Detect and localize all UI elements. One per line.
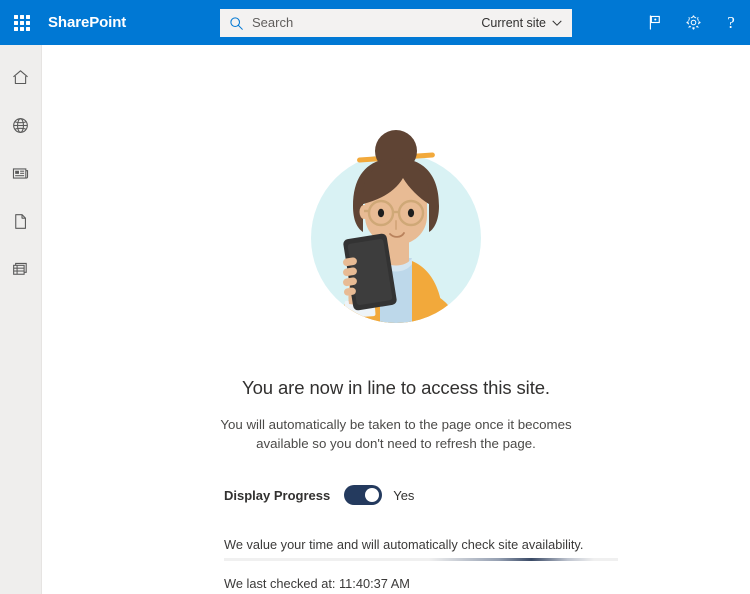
home-icon — [13, 69, 28, 84]
feedback-icon — [649, 15, 660, 30]
help-icon: ? — [727, 13, 735, 32]
progress-bar-fill — [428, 558, 595, 561]
sidebar-item-home[interactable] — [0, 59, 41, 95]
display-progress-state: Yes — [393, 487, 415, 503]
person-with-phone-illustration — [311, 130, 481, 323]
page-title: You are now in line to access this site. — [242, 377, 550, 398]
search-icon — [220, 9, 252, 37]
globe-icon — [13, 117, 28, 133]
display-progress-label: Display Progress — [224, 487, 331, 503]
suite-actions: ? — [636, 0, 750, 45]
waffle-icon — [14, 14, 30, 31]
toggle-knob — [365, 488, 380, 502]
list-icon — [13, 262, 27, 275]
search-scope-label: Current site — [481, 16, 546, 30]
sidebar-item-documents[interactable] — [0, 203, 41, 239]
help-button[interactable]: ? — [712, 0, 750, 45]
display-progress-toggle[interactable] — [344, 485, 383, 505]
search-box[interactable]: Current site — [220, 9, 572, 37]
search-scope-dropdown[interactable]: Current site — [475, 9, 572, 37]
indeterminate-progress-bar — [224, 558, 618, 561]
gear-icon — [685, 15, 701, 30]
left-rail-nav — [0, 45, 42, 594]
settings-button[interactable] — [674, 0, 712, 45]
availability-status-text: We value your time and will automaticall… — [224, 537, 584, 552]
app-launcher-button[interactable] — [0, 0, 44, 45]
page-subtext: You will automatically be taken to the p… — [220, 417, 572, 451]
sidebar-item-lists[interactable] — [0, 251, 41, 287]
feedback-button[interactable] — [636, 0, 674, 45]
sidebar-item-web[interactable] — [0, 107, 41, 143]
display-progress-row: Display Progress Yes — [224, 485, 414, 505]
chevron-down-icon — [552, 20, 562, 26]
last-checked-text: We last checked at: 11:40:37 AM — [224, 576, 410, 591]
queue-page: You are now in line to access this site.… — [42, 45, 750, 594]
search-input[interactable] — [252, 10, 476, 36]
suite-header: SharePoint Current site — [0, 0, 750, 45]
sidebar-item-news[interactable] — [0, 155, 41, 191]
news-icon — [12, 167, 29, 179]
document-icon — [15, 213, 26, 229]
brand-sharepoint-link[interactable]: SharePoint — [48, 14, 126, 31]
